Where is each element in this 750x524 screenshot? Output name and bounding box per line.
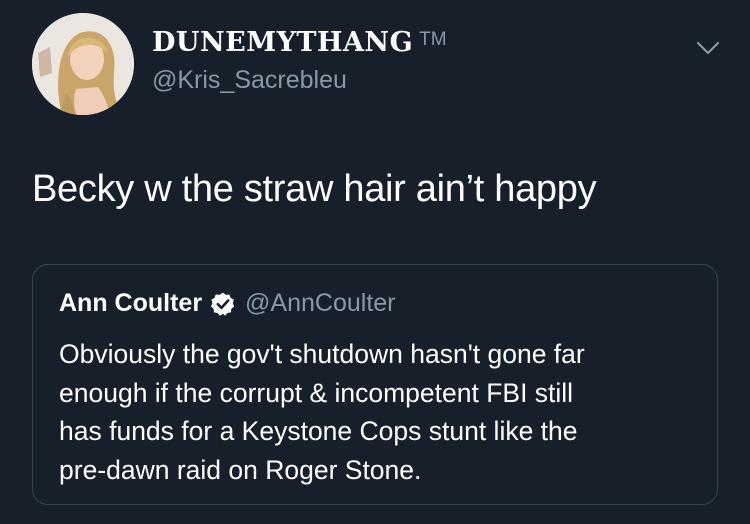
- quoted-tweet[interactable]: Ann Coulter @AnnCoulter Obviously the go…: [32, 264, 718, 505]
- tweet-card: DUNEMYTHANG TM @Kris_Sacrebleu Becky w th…: [0, 0, 750, 524]
- profile-photo-icon: [32, 13, 134, 115]
- chevron-down-icon[interactable]: [694, 36, 722, 60]
- quoted-tweet-line: has funds for a Keystone Cops stunt like…: [59, 416, 578, 446]
- verified-badge-icon: [211, 292, 235, 316]
- author-avatar[interactable]: [32, 13, 134, 115]
- quoted-tweet-text: Obviously the gov't shutdown hasn't gone…: [59, 335, 699, 489]
- quoted-author-name: Ann Coulter: [59, 289, 203, 317]
- quoted-author-handle: @AnnCoulter: [245, 289, 396, 317]
- author-handle[interactable]: @Kris_Sacrebleu: [152, 66, 347, 95]
- trademark-mark: TM: [419, 29, 447, 50]
- author-display-name[interactable]: DUNEMYTHANG TM: [152, 27, 447, 58]
- quoted-tweet-line: enough if the corrupt & incompetent FBI …: [59, 377, 574, 408]
- quoted-tweet-line: pre-dawn raid on Roger Stone.: [59, 454, 422, 485]
- display-name-text: DUNEMYTHANG: [152, 27, 414, 58]
- quoted-tweet-line: Obviously the gov't shutdown hasn't gone…: [59, 339, 585, 369]
- quoted-tweet-header: Ann Coulter @AnnCoulter: [59, 289, 396, 318]
- tweet-text: Becky w the straw hair ain’t happy: [32, 168, 597, 210]
